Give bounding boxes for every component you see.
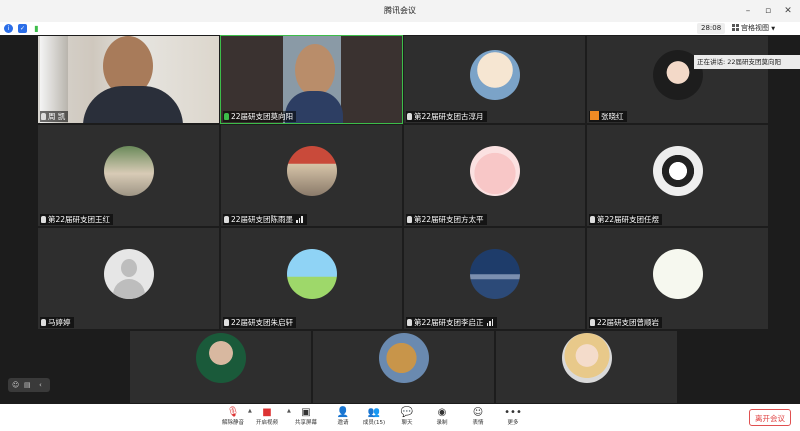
avatar [469, 145, 520, 196]
leave-meeting-button[interactable]: 离开会议 [749, 409, 791, 426]
microphone-muted-icon [41, 319, 46, 326]
video-tile[interactable]: 第22届研支团古淳月 [403, 35, 586, 124]
maximize-icon[interactable]: ▫ [760, 0, 776, 22]
microphone-muted-icon [407, 319, 412, 326]
video-tile[interactable]: 第22届研支团方太平 [403, 124, 586, 227]
avatar [195, 333, 246, 384]
chat-icon: 💬 [400, 407, 414, 418]
add-user-icon: 👤 [336, 407, 350, 418]
avatar [286, 248, 337, 299]
video-tile[interactable]: 马婷婷 [37, 227, 220, 330]
chat-button[interactable]: 💬 聊天 [392, 405, 422, 431]
microphone-muted-icon [407, 216, 412, 223]
video-tile[interactable]: 22届研支团曾顺岩 [586, 227, 769, 330]
participant-name: 22届研支团朱启轩 [223, 317, 297, 328]
meeting-toolbar: 🎙 解除静音 ▲ ■ 开启视频 ▲ ▣ 共享屏幕 👤 邀请 👥 成员(15) 💬… [0, 404, 800, 431]
title-bar: 腾讯会议 – ▫ ✕ [0, 0, 800, 23]
emoji-icon[interactable]: ☺ [12, 381, 19, 389]
members-button[interactable]: 👥 成员(15) [359, 405, 389, 431]
grid-view-button[interactable]: 宫格视图 ▼ [732, 23, 775, 34]
microphone-muted-icon [590, 319, 595, 326]
participant-name: 第22届研支团方太平 [406, 214, 487, 225]
info-bar: i ✓ ▮ 28:08 宫格视图 ▼ [0, 22, 800, 35]
members-icon: 👥 [367, 407, 381, 418]
participant-name: 第22届研支团李启正 [406, 317, 498, 329]
close-icon[interactable]: ✕ [780, 0, 796, 22]
camera-off-icon: ■ [262, 407, 272, 418]
shield-icon[interactable]: ✓ [18, 24, 27, 33]
chevron-down-icon: ▼ [771, 26, 776, 32]
minimize-icon[interactable]: – [740, 0, 756, 22]
participant-name: 22届研支团曾顺岩 [589, 317, 663, 328]
signal-strength-icon [486, 318, 495, 329]
video-tile[interactable] [312, 330, 495, 404]
avatar [469, 248, 520, 299]
video-tile[interactable]: 张晓红 [586, 35, 769, 124]
speaking-indicator: 正在讲话: 22届研支团莫向阳 [694, 55, 800, 69]
record-icon: ◉ [437, 407, 447, 418]
participant-name: 周 凯 [40, 111, 69, 122]
share-screen-button[interactable]: ▲ ▣ 共享屏幕 [287, 405, 321, 431]
avatar [652, 248, 703, 299]
user-badge-icon [590, 111, 599, 120]
camera-feed [221, 36, 402, 123]
participant-name: 马婷婷 [40, 317, 74, 328]
window-title: 腾讯会议 [384, 6, 416, 15]
signal-strength-icon [296, 215, 304, 226]
participant-name: 第22届研支团任煜 [589, 214, 663, 225]
more-dots-icon: ••• [504, 407, 522, 418]
meeting-timer: 28:08 [697, 23, 726, 34]
avatar [561, 333, 612, 384]
network-signal-icon[interactable]: ▮ [32, 24, 41, 33]
invite-button[interactable]: 👤 邀请 [328, 405, 358, 431]
keyboard-icon[interactable]: ▤ [24, 381, 31, 389]
participant-name: 第22届研支团王红 [40, 214, 114, 225]
microphone-icon [41, 113, 46, 120]
video-tile[interactable]: 第22届研支团王红 [37, 124, 220, 227]
video-tile[interactable] [495, 330, 678, 404]
video-tile[interactable]: 周 凯 [37, 35, 220, 124]
microphone-muted-icon [590, 216, 595, 223]
unmute-button[interactable]: 🎙 解除静音 [218, 405, 248, 431]
participant-name: 22届研支团陈雨墨 [223, 214, 307, 225]
chevron-left-icon[interactable]: ‹ [39, 381, 42, 389]
smiley-icon: ☺ [472, 407, 484, 418]
microphone-muted-icon [41, 216, 46, 223]
video-tile-active-speaker[interactable]: 22届研支团莫向阳 [220, 35, 403, 124]
microphone-muted-icon [407, 113, 412, 120]
video-tile[interactable] [129, 330, 312, 404]
avatar [103, 145, 154, 196]
video-tile[interactable]: 第22届研支团李启正 [403, 227, 586, 330]
avatar [378, 333, 429, 384]
microphone-muted-icon [224, 216, 229, 223]
microphone-muted-icon: 🎙 [226, 407, 240, 418]
more-button[interactable]: ••• 更多 [498, 405, 528, 431]
video-tile[interactable]: 22届研支团朱启轩 [220, 227, 403, 330]
start-video-button[interactable]: ▲ ■ 开启视频 [248, 405, 282, 431]
microphone-icon [224, 113, 229, 120]
chevron-up-icon[interactable]: ▲ [248, 408, 252, 414]
avatar [652, 145, 703, 196]
video-tile[interactable]: 22届研支团陈雨墨 [220, 124, 403, 227]
avatar [103, 248, 154, 299]
chevron-up-icon[interactable]: ▲ [287, 408, 291, 414]
participant-name: 22届研支团莫向阳 [223, 111, 297, 122]
info-icon[interactable]: i [4, 24, 13, 33]
avatar [286, 145, 337, 196]
reactions-button[interactable]: ☺ 表情 [463, 405, 493, 431]
grid-icon [732, 24, 739, 31]
record-button[interactable]: ◉ 录制 [427, 405, 457, 431]
view-controls[interactable]: ☺ ▤ ‹ [8, 378, 50, 392]
video-tile[interactable]: 第22届研支团任煜 [586, 124, 769, 227]
participant-name: 张晓红 [589, 111, 627, 122]
avatar [469, 49, 520, 100]
share-screen-icon: ▣ [301, 407, 311, 418]
participant-name: 第22届研支团古淳月 [406, 111, 487, 122]
microphone-muted-icon [224, 319, 229, 326]
